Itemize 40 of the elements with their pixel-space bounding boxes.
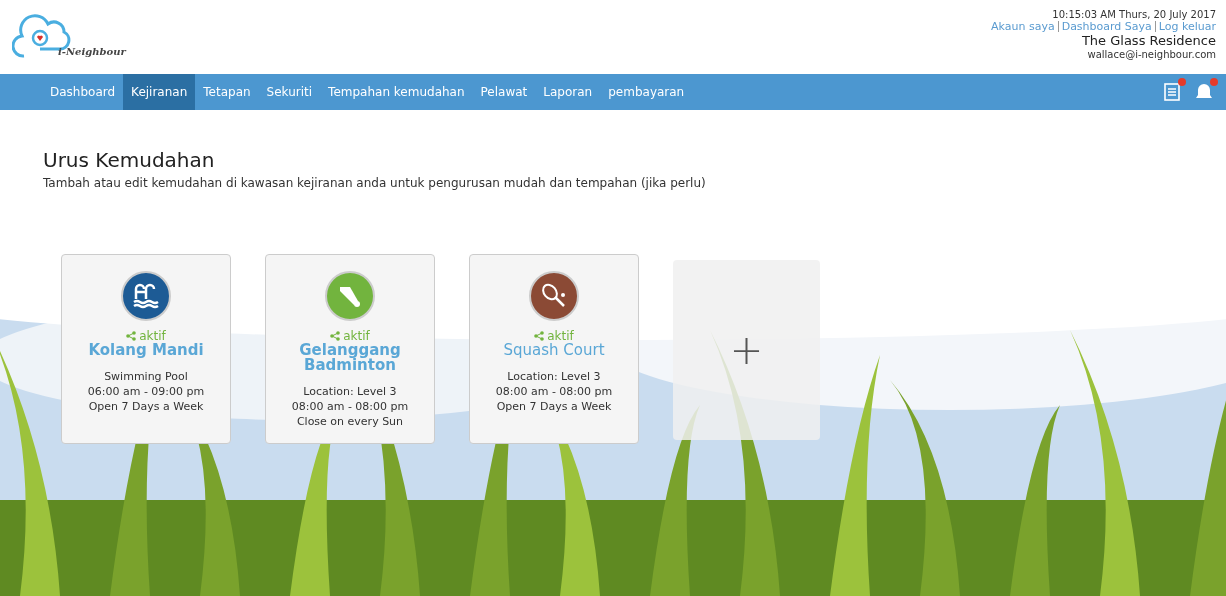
nav-item[interactable]: Tempahan kemudahan	[320, 74, 473, 110]
facility-detail: 08:00 am - 08:00 pm	[495, 385, 613, 398]
share-icon	[534, 331, 545, 341]
facility-detail: Open 7 Days a Week	[88, 400, 204, 413]
share-icon	[126, 331, 137, 341]
facility-name: Gelanggang Badminton	[298, 343, 402, 373]
date-time: 10:15:03 AM Thurs, 20 July 2017	[1052, 9, 1216, 20]
logo-text: i-Neighbour	[58, 46, 126, 57]
nav-item[interactable]: Laporan	[535, 74, 601, 110]
pool-ladder-icon	[132, 283, 160, 309]
page-subtitle: Tambah atau edit kemudahan di kawasan kejiranan anda untuk pengurusan mudah dan tempahan (jika perlu)	[43, 176, 707, 190]
residence-name: The Glass Residence	[1081, 33, 1216, 48]
facility-name: Squash Court	[502, 343, 606, 358]
nav-item[interactable]: pembayaran	[600, 74, 693, 110]
facility-detail: Swimming Pool	[104, 370, 188, 383]
header-link[interactable]: Dashboard Saya	[1057, 21, 1155, 32]
facility-card[interactable]: aktif Squash Court Location: Level 3 08:00 am - 08:00 pm Open 7 Days a Week	[469, 254, 639, 444]
facility-name: Kolang Mandi	[87, 343, 205, 358]
facility-detail: Close on every Sun	[296, 415, 404, 428]
header-link[interactable]: Akaun saya	[988, 21, 1058, 32]
status-label: aktif	[139, 329, 166, 343]
facility-detail: 06:00 am - 09:00 pm	[87, 385, 205, 398]
facility-detail: 08:00 am - 08:00 pm	[291, 400, 409, 413]
header-link[interactable]: Log keluar	[1154, 21, 1216, 32]
nav-item[interactable]: Dashboard	[42, 74, 124, 110]
share-icon	[330, 331, 341, 341]
facility-card[interactable]: aktif Kolang Mandi Swimming Pool 06:00 am - 09:00 pm Open 7 Days a Week	[61, 254, 231, 444]
nav-item[interactable]: Kejiranan	[123, 74, 196, 110]
page-title: Urus Kemudahan	[43, 148, 216, 172]
nav-item[interactable]: Pelawat	[472, 74, 536, 110]
facility-card[interactable]: aktif Gelanggang Badminton Location: Level 3 08:00 am - 08:00 pm Close on every Sun	[265, 254, 435, 444]
nav-item[interactable]: Sekuriti	[258, 74, 321, 110]
facility-detail: Open 7 Days a Week	[496, 400, 612, 413]
user-email: wallace@i-neighbour.com	[1087, 49, 1216, 60]
facility-detail: Location: Level 3	[303, 385, 397, 398]
facility-detail: Location: Level 3	[507, 370, 601, 383]
status-label: aktif	[547, 329, 574, 343]
status-label: aktif	[343, 329, 370, 343]
add-facility-button[interactable]: +	[673, 260, 820, 440]
nav-item[interactable]: Tetapan	[195, 74, 259, 110]
